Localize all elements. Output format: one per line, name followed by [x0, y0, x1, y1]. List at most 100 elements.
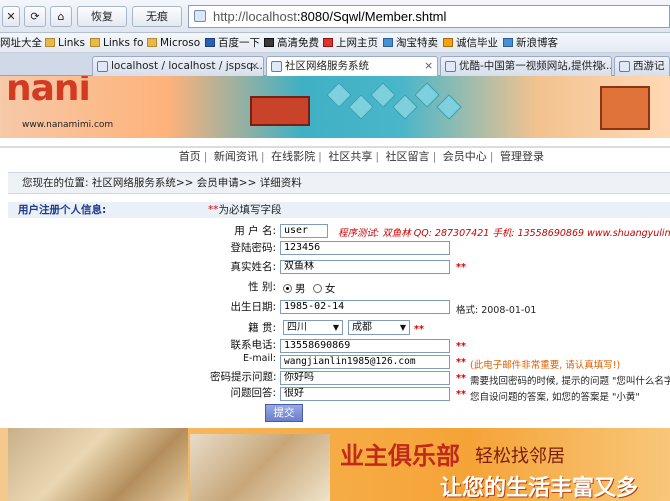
paw-icon: [205, 38, 215, 47]
email-hint: (此电子邮件非常重要, 请认真填写!): [470, 360, 621, 371]
bookmark-item[interactable]: 高清免费: [264, 36, 319, 50]
page-icon: [445, 61, 456, 72]
bookmark-item[interactable]: 新浪博客: [503, 36, 558, 50]
tab-localhost[interactable]: localhost / localhost / jspsq... ×: [92, 56, 264, 76]
home-icon[interactable]: ⌂: [50, 6, 72, 27]
promo-text: 程序测试: 双鱼林 QQ: 287307421 手机: 13558690869 …: [338, 228, 670, 239]
birthday-format-hint: 格式: 2008-01-01: [456, 305, 537, 316]
browser-toolbar: ✕ ⟳ ⌂ 恢复 无痕 http://localhost:8080/Sqwl/M…: [0, 0, 670, 33]
folder-icon: [45, 38, 55, 47]
email-label: E-mail:: [243, 353, 276, 364]
email-field[interactable]: wangjianlin1985@126.com: [280, 355, 450, 369]
restore-button[interactable]: 恢复: [77, 6, 127, 27]
bookmark-item[interactable]: 诚信毕业: [443, 36, 498, 50]
chevron-down-icon: ▼: [399, 323, 406, 332]
furniture-graphic: [600, 86, 650, 130]
question-field[interactable]: 你好吗: [280, 371, 450, 385]
close-icon[interactable]: ×: [424, 57, 433, 75]
required-mark: **: [414, 324, 424, 335]
page-icon: [619, 61, 630, 72]
realname-label: 真实姓名:: [230, 261, 276, 273]
web-icon: [443, 38, 453, 47]
bookmark-item[interactable]: Microso: [147, 36, 200, 50]
nav-cinema[interactable]: 在线影院: [271, 150, 315, 163]
bookmark-item[interactable]: 上网主页: [323, 36, 378, 50]
required-note: **为必填写字段: [208, 204, 282, 216]
username-field[interactable]: user: [280, 224, 328, 238]
banner-slogan: 让您的生活丰富又多: [440, 475, 639, 501]
nav-message[interactable]: 社区留言: [386, 150, 430, 163]
gender-label: 性 别:: [248, 281, 276, 293]
banner-headline: 业主俱乐部: [340, 441, 460, 470]
province-select[interactable]: 四川 ▼: [283, 320, 343, 335]
page-icon: [271, 61, 282, 72]
required-mark: **: [456, 262, 466, 273]
tab-xiyouji[interactable]: 西游记: [614, 56, 670, 76]
password-field[interactable]: 123456: [280, 241, 450, 255]
required-mark: **: [456, 357, 466, 368]
folder-icon: [90, 38, 100, 47]
m-icon: [264, 38, 274, 47]
web-icon: [503, 38, 513, 47]
tab-bar: localhost / localhost / jspsq... × 社区网络服务…: [0, 53, 670, 77]
form-title: 用户注册个人信息:: [18, 204, 107, 216]
site-banner: nani www.nanamimi.com: [0, 76, 670, 138]
birthday-label: 出生日期:: [230, 301, 276, 313]
origin-label: 籍 贯:: [248, 322, 276, 334]
answer-field[interactable]: 很好: [280, 387, 450, 401]
bookmarks-bar: 网址大全 Links Links fo Microso 百度一下 高清免费 上网…: [0, 33, 670, 53]
url-host: http://localhost: [213, 9, 297, 24]
tab-youku[interactable]: 优酷-中国第一视频网站,提供视... ×: [440, 56, 612, 76]
bookmark-item[interactable]: 网址大全: [0, 36, 42, 50]
bookmark-item[interactable]: Links: [45, 36, 85, 50]
room-photo: [8, 428, 188, 501]
question-hint: 需要找回密码的时候, 提示的问题 "您叫什么名字: [470, 376, 670, 387]
password-label: 登陆密码:: [230, 242, 276, 254]
tab-community[interactable]: 社区网络服务系统 ×: [266, 56, 438, 77]
radio-female[interactable]: [312, 284, 322, 293]
answer-hint: 您自设问题的答案, 如您的答案是 "小黄": [470, 392, 640, 403]
nav-share[interactable]: 社区共享: [328, 150, 372, 163]
site-logo[interactable]: nani: [6, 76, 91, 109]
required-mark: **: [456, 373, 466, 384]
submit-button[interactable]: 提交: [265, 404, 303, 422]
radio-male[interactable]: [283, 284, 292, 293]
question-label: 密码提示问题:: [210, 371, 277, 383]
folder-icon: [147, 38, 157, 47]
close-icon[interactable]: ×: [250, 57, 259, 75]
nav-member[interactable]: 会员中心: [443, 150, 487, 163]
form-header: 用户注册个人信息: **为必填写字段: [8, 202, 670, 218]
bookmark-item[interactable]: Links fo: [90, 36, 143, 50]
phone-label: 联系电话:: [230, 339, 276, 351]
gender-group: 男 女: [283, 281, 335, 296]
bookmark-item[interactable]: 淘宝特卖: [383, 36, 438, 50]
sofa-graphic: [250, 96, 310, 126]
url-path: :8080/Sqwl/Member.shtml: [296, 9, 447, 24]
nav-news[interactable]: 新闻资讯: [214, 150, 258, 163]
nav-admin-login[interactable]: 管理登录: [500, 150, 544, 163]
address-bar[interactable]: http://localhost:8080/Sqwl/Member.shtml: [188, 5, 670, 28]
room-photo: [190, 434, 330, 501]
answer-label: 问题回答:: [230, 387, 276, 399]
required-mark: **: [456, 389, 466, 400]
logo-url: www.nanamimi.com: [22, 120, 114, 130]
city-select[interactable]: 成都 ▼: [348, 320, 410, 335]
main-nav: 首页 | 新闻资讯 | 在线影院 | 社区共享 | 社区留言 | 会员中心 | 管理登录: [178, 150, 544, 163]
web-icon: [383, 38, 393, 47]
incognito-button[interactable]: 无痕: [132, 6, 182, 27]
refresh-icon[interactable]: ⟳: [24, 6, 46, 27]
page-icon: [97, 61, 108, 72]
close-icon[interactable]: ×: [598, 57, 607, 75]
breadcrumb: 您现在的位置: 社区网络服务系统>> 会员申请>> 详细资料: [8, 172, 670, 194]
phone-field[interactable]: 13558690869: [280, 339, 450, 353]
required-mark: **: [456, 341, 466, 352]
bookmark-item[interactable]: 百度一下: [205, 36, 260, 50]
page-icon: [194, 10, 206, 22]
nav-home[interactable]: 首页: [179, 150, 201, 163]
bottom-ad-banner[interactable]: 业主俱乐部 轻松找邻居 让您的生活丰富又多: [0, 428, 670, 501]
realname-field[interactable]: 双鱼林: [280, 260, 450, 274]
chevron-down-icon: ▼: [332, 323, 339, 332]
stop-icon[interactable]: ✕: [2, 6, 20, 27]
birthday-field[interactable]: 1985-02-14: [280, 300, 450, 314]
username-label: 用 户 名:: [234, 225, 276, 237]
